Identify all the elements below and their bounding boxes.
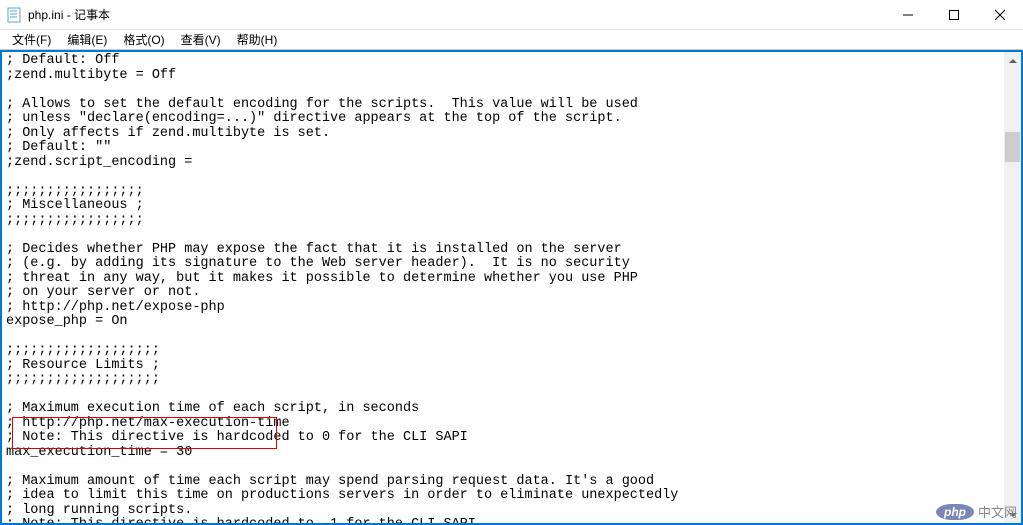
notepad-icon: [6, 7, 22, 23]
text-editor[interactable]: ; Default: Off ;zend.multibyte = Off ; A…: [2, 52, 1004, 523]
maximize-button[interactable]: [931, 0, 977, 29]
scroll-thumb[interactable]: [1005, 132, 1020, 162]
menu-view[interactable]: 查看(V): [173, 29, 229, 50]
vertical-scrollbar[interactable]: [1004, 52, 1021, 523]
titlebar: php.ini - 记事本: [0, 0, 1023, 30]
menu-help[interactable]: 帮助(H): [229, 29, 286, 50]
window-title: php.ini - 记事本: [28, 6, 885, 23]
scroll-up-icon[interactable]: [1004, 52, 1021, 69]
watermark: php 中文网: [936, 502, 1017, 521]
content-area: ; Default: Off ;zend.multibyte = Off ; A…: [0, 50, 1023, 525]
window-controls: [885, 0, 1023, 29]
menubar: 文件(F) 编辑(E) 格式(O) 查看(V) 帮助(H): [0, 30, 1023, 50]
minimize-button[interactable]: [885, 0, 931, 29]
watermark-text: 中文网: [978, 502, 1017, 521]
menu-file[interactable]: 文件(F): [4, 29, 59, 50]
close-button[interactable]: [977, 0, 1023, 29]
menu-edit[interactable]: 编辑(E): [59, 29, 115, 50]
php-logo-icon: php: [936, 504, 974, 520]
menu-format[interactable]: 格式(O): [115, 29, 172, 50]
